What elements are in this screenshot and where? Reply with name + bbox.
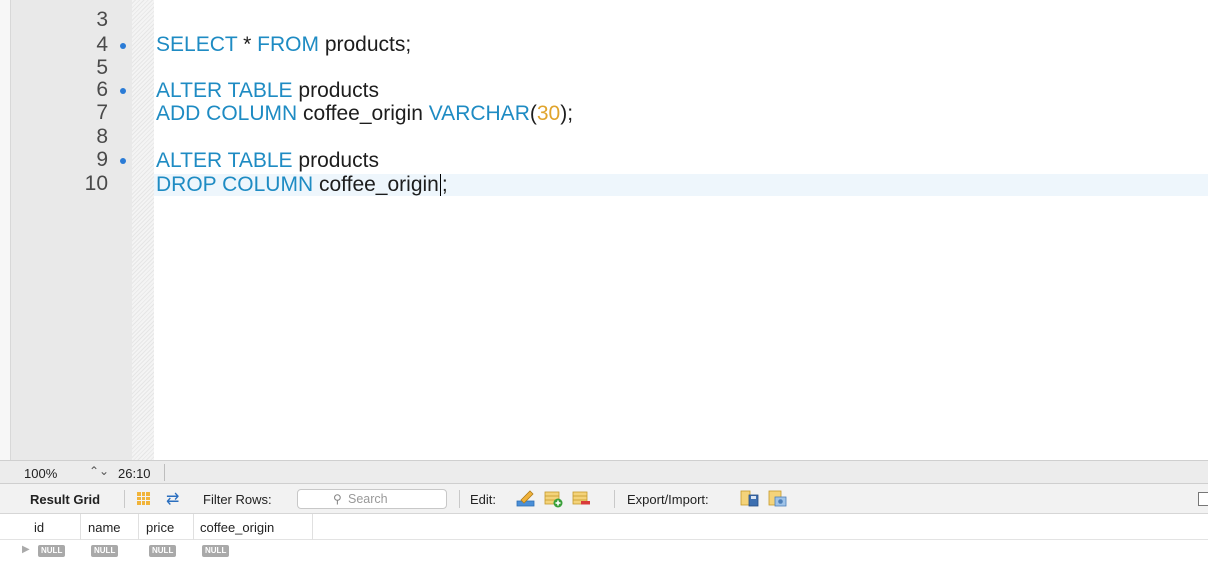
sql-keyword: ALTER TABLE bbox=[156, 149, 293, 172]
line-number: 6 bbox=[96, 78, 108, 101]
form-view-icon[interactable] bbox=[137, 492, 150, 505]
sql-number: 30 bbox=[536, 102, 561, 125]
cursor-position: 26:10 bbox=[118, 466, 151, 481]
status-divider bbox=[164, 464, 165, 481]
code-text: coffee_origin bbox=[313, 173, 439, 196]
null-value-badge[interactable]: NULL bbox=[38, 545, 66, 557]
toolbar-divider bbox=[124, 490, 125, 508]
null-value-badge[interactable]: NULL bbox=[149, 545, 177, 557]
code-text: products bbox=[292, 149, 379, 172]
table-row[interactable]: ▶ NULL NULL NULL NULL bbox=[0, 540, 1208, 563]
code-text: coffee_origin bbox=[297, 102, 429, 125]
code-text: ( bbox=[529, 102, 537, 125]
toolbar-divider bbox=[459, 490, 460, 508]
zoom-stepper-icon[interactable]: ⌃⌄ bbox=[89, 464, 109, 478]
column-divider bbox=[312, 514, 313, 540]
search-input[interactable] bbox=[348, 491, 442, 507]
null-value-badge[interactable]: NULL bbox=[202, 545, 230, 557]
column-header-price[interactable]: price bbox=[146, 520, 174, 535]
toolbar-divider bbox=[614, 490, 615, 508]
sql-keyword: DROP COLUMN bbox=[156, 173, 314, 196]
code-line-10[interactable]: DROP COLUMN coffee_origin; bbox=[156, 174, 448, 196]
filter-rows-label: Filter Rows: bbox=[203, 492, 272, 507]
column-divider bbox=[80, 514, 81, 540]
column-divider bbox=[193, 514, 194, 540]
code-line-7[interactable]: ADD COLUMN coffee_origin VARCHAR(30); bbox=[156, 103, 573, 125]
code-line-4[interactable]: SELECT * FROM products; bbox=[156, 34, 411, 56]
line-number: 3 bbox=[96, 8, 108, 31]
statement-marker-icon[interactable] bbox=[120, 88, 126, 94]
result-grid-tab[interactable]: Result Grid bbox=[30, 492, 100, 507]
line-number: 7 bbox=[96, 101, 108, 124]
code-line-9[interactable]: ALTER TABLE products bbox=[156, 150, 379, 172]
result-grid-header: id name price coffee_origin bbox=[0, 514, 1208, 540]
line-number: 10 bbox=[84, 172, 108, 195]
fold-margin bbox=[132, 0, 154, 460]
code-line-6[interactable]: ALTER TABLE products bbox=[156, 80, 379, 102]
line-number: 8 bbox=[96, 125, 108, 148]
sql-keyword: SELECT bbox=[156, 33, 238, 56]
column-divider bbox=[138, 514, 139, 540]
text-caret bbox=[439, 174, 441, 196]
code-text: * bbox=[237, 33, 258, 56]
sql-keyword: ADD COLUMN bbox=[156, 102, 298, 125]
column-header-coffee-origin[interactable]: coffee_origin bbox=[200, 520, 274, 535]
null-value-badge[interactable]: NULL bbox=[91, 545, 119, 557]
sql-editor[interactable]: 3 4 5 6 7 8 9 10 SELECT * FROM products;… bbox=[0, 0, 1208, 460]
add-row-icon[interactable] bbox=[544, 489, 563, 508]
code-text: products bbox=[292, 79, 379, 102]
result-toolbar: Result Grid ⇄ Filter Rows: ⚲ Edit: Expor… bbox=[0, 484, 1208, 514]
code-text: products; bbox=[319, 33, 412, 56]
zoom-level[interactable]: 100% bbox=[24, 466, 57, 481]
column-header-name[interactable]: name bbox=[88, 520, 121, 535]
code-text: ); bbox=[560, 102, 574, 125]
editor-left-border bbox=[0, 0, 11, 460]
statement-marker-icon[interactable] bbox=[120, 43, 126, 49]
line-number: 4 bbox=[96, 33, 108, 56]
edit-label: Edit: bbox=[470, 492, 497, 507]
import-icon[interactable] bbox=[768, 489, 787, 508]
line-number: 5 bbox=[96, 56, 108, 79]
statement-marker-icon[interactable] bbox=[120, 158, 126, 164]
export-import-label: Export/Import: bbox=[627, 492, 709, 507]
sql-keyword: FROM bbox=[257, 33, 319, 56]
filter-search-box[interactable]: ⚲ bbox=[297, 489, 447, 509]
sql-keyword: VARCHAR bbox=[428, 102, 530, 125]
line-number: 9 bbox=[96, 148, 108, 171]
export-icon[interactable] bbox=[740, 489, 759, 508]
column-header-id[interactable]: id bbox=[34, 520, 44, 535]
search-icon: ⚲ bbox=[333, 492, 342, 506]
panel-toggle-icon[interactable] bbox=[1198, 492, 1208, 506]
code-text: ; bbox=[441, 173, 448, 196]
editor-status-bar: 100% ⌃⌄ 26:10 bbox=[0, 460, 1208, 484]
sql-keyword: ALTER TABLE bbox=[156, 79, 293, 102]
row-pointer-icon: ▶ bbox=[22, 544, 30, 555]
refresh-icon[interactable]: ⇄ bbox=[166, 489, 179, 509]
delete-row-icon[interactable] bbox=[572, 489, 591, 508]
edit-pencil-icon[interactable] bbox=[516, 489, 535, 508]
